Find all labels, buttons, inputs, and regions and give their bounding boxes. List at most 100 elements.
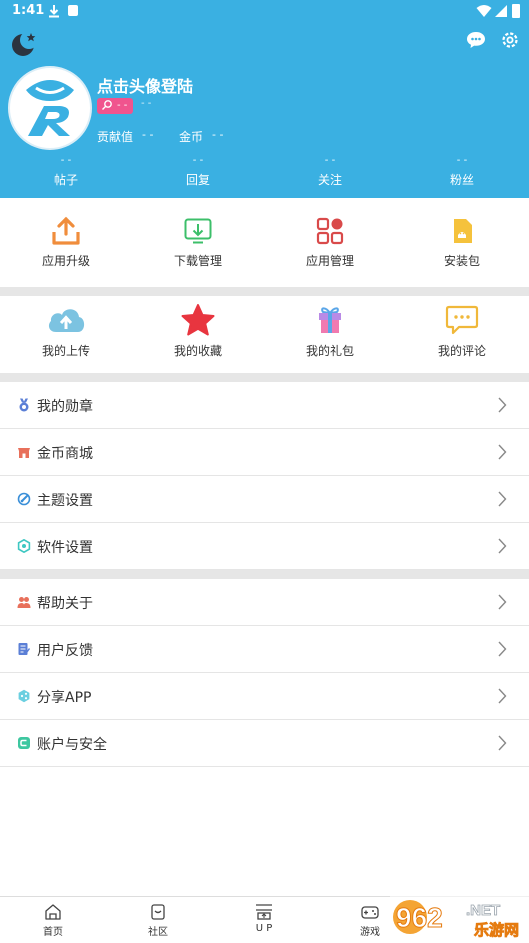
tool-app-manager[interactable]: 应用管理 bbox=[264, 216, 396, 269]
personal-my-favorites[interactable]: 我的收藏 bbox=[132, 304, 264, 359]
medal-icon bbox=[19, 398, 29, 412]
stat-posts[interactable]: - - 帖子 bbox=[26, 154, 106, 188]
signal-icon bbox=[495, 5, 507, 17]
menu-label: 账户与安全 bbox=[37, 737, 107, 753]
stat-label: 关注 bbox=[317, 173, 342, 187]
nav-label: 社区 bbox=[148, 927, 168, 938]
gear-icon[interactable] bbox=[500, 30, 520, 50]
message-icon[interactable] bbox=[466, 30, 486, 50]
help-icon bbox=[17, 597, 31, 608]
level-value: - - bbox=[117, 100, 128, 111]
avatar-logo bbox=[26, 80, 74, 136]
personal-label: 我的礼包 bbox=[305, 344, 354, 358]
contribution-value: - - bbox=[142, 128, 154, 141]
menu-label: 主题设置 bbox=[37, 493, 93, 509]
app-grid-icon bbox=[316, 217, 344, 245]
share-icon bbox=[18, 689, 30, 703]
menu-help-about[interactable]: 帮助关于 bbox=[0, 579, 529, 626]
comment-icon bbox=[445, 305, 479, 335]
search-icon bbox=[102, 100, 112, 110]
menu-label: 帮助关于 bbox=[37, 596, 93, 612]
chevron-right-icon bbox=[498, 538, 507, 554]
personal-row: 我的上传 我的收藏 我的礼包 我的评论 bbox=[0, 296, 529, 373]
night-mode-icon[interactable] bbox=[10, 30, 38, 58]
chevron-right-icon bbox=[498, 444, 507, 460]
stat-replies[interactable]: - - 回复 bbox=[158, 154, 238, 188]
tool-download-manager[interactable]: 下载管理 bbox=[132, 216, 264, 269]
status-bar: 1:41 bbox=[0, 0, 529, 24]
chevron-right-icon bbox=[498, 735, 507, 751]
gamepad-icon bbox=[361, 906, 379, 919]
cloud-upload-icon bbox=[48, 309, 85, 332]
nav-home[interactable]: 首页 bbox=[13, 903, 93, 938]
status-time: 1:41 bbox=[12, 3, 45, 18]
nav-up[interactable]: U P bbox=[224, 903, 304, 934]
notification-icon bbox=[68, 5, 78, 16]
avatar[interactable] bbox=[8, 66, 92, 150]
stat-value: - - bbox=[192, 155, 204, 166]
menu-label: 用户反馈 bbox=[37, 643, 93, 659]
menu-label: 我的勋章 bbox=[37, 399, 93, 415]
level-badge: - - bbox=[97, 98, 133, 114]
stat-value: - - bbox=[456, 155, 468, 166]
menu-share-app[interactable]: 分享APP bbox=[0, 673, 529, 720]
chevron-right-icon bbox=[498, 491, 507, 507]
personal-my-comments[interactable]: 我的评论 bbox=[396, 304, 528, 359]
shop-icon bbox=[18, 448, 30, 458]
community-icon bbox=[151, 904, 165, 920]
tool-label: 应用管理 bbox=[305, 254, 354, 268]
tools-row: 应用升级 下载管理 应用管理 安装包 bbox=[0, 198, 529, 287]
stat-following[interactable]: - - 关注 bbox=[290, 154, 370, 188]
login-prompt[interactable]: 点击头像登陆 bbox=[97, 73, 193, 97]
personal-label: 我的评论 bbox=[437, 344, 486, 358]
menu-account-security[interactable]: 账户与安全 bbox=[0, 720, 529, 767]
stat-label: 粉丝 bbox=[449, 173, 474, 187]
feedback-icon bbox=[18, 643, 30, 655]
tool-label: 下载管理 bbox=[173, 254, 222, 268]
chevron-right-icon bbox=[498, 594, 507, 610]
menu-label: 金币商城 bbox=[37, 446, 93, 462]
tool-label: 应用升级 bbox=[41, 254, 90, 268]
settings-icon bbox=[17, 539, 31, 553]
stat-label: 回复 bbox=[185, 173, 210, 187]
menu-user-feedback[interactable]: 用户反馈 bbox=[0, 626, 529, 673]
menu-coin-shop[interactable]: 金币商城 bbox=[0, 429, 529, 476]
stat-label: 帖子 bbox=[53, 173, 78, 187]
section-divider bbox=[0, 373, 529, 382]
menu-software-settings[interactable]: 软件设置 bbox=[0, 523, 529, 570]
palette-icon bbox=[17, 492, 31, 506]
personal-my-uploads[interactable]: 我的上传 bbox=[0, 304, 132, 359]
battery-icon bbox=[512, 4, 520, 18]
personal-label: 我的上传 bbox=[41, 344, 90, 358]
tool-app-upgrade[interactable]: 应用升级 bbox=[0, 216, 132, 269]
tool-apk-package[interactable]: 安装包 bbox=[396, 216, 528, 269]
home-icon bbox=[45, 904, 61, 920]
nav-community[interactable]: 社区 bbox=[118, 903, 198, 938]
watermark-number: 962 bbox=[396, 902, 443, 933]
chevron-right-icon bbox=[498, 641, 507, 657]
star-icon bbox=[181, 304, 215, 336]
download-icon bbox=[184, 218, 212, 244]
personal-my-gifts[interactable]: 我的礼包 bbox=[264, 304, 396, 359]
menu-label: 软件设置 bbox=[37, 540, 93, 556]
level-extra: - - bbox=[141, 98, 152, 109]
stat-value: - - bbox=[324, 155, 336, 166]
contribution-label: 贡献值 bbox=[97, 130, 134, 144]
coins-value: - - bbox=[212, 128, 224, 141]
nav-label: 首页 bbox=[43, 927, 63, 938]
menu-theme-settings[interactable]: 主题设置 bbox=[0, 476, 529, 523]
watermark-logo: 962 .NET 乐游网 bbox=[390, 893, 529, 942]
apk-package-icon bbox=[454, 219, 472, 243]
stat-followers[interactable]: - - 粉丝 bbox=[422, 154, 502, 188]
coins-label: 金币 bbox=[179, 130, 204, 144]
menu-my-medals[interactable]: 我的勋章 bbox=[0, 382, 529, 429]
upload-tray-icon bbox=[52, 216, 80, 245]
tool-label: 安装包 bbox=[443, 254, 480, 268]
menu-label: 分享APP bbox=[37, 690, 92, 706]
download-status-icon bbox=[49, 5, 59, 18]
gift-icon bbox=[319, 307, 341, 333]
profile-header: 点击头像登陆 - - - - 贡献值 - - 金币 - - - - 帖子 - -… bbox=[0, 24, 529, 198]
chevron-right-icon bbox=[498, 688, 507, 704]
section-divider bbox=[0, 570, 529, 579]
watermark-suffix: .NET bbox=[466, 902, 500, 919]
